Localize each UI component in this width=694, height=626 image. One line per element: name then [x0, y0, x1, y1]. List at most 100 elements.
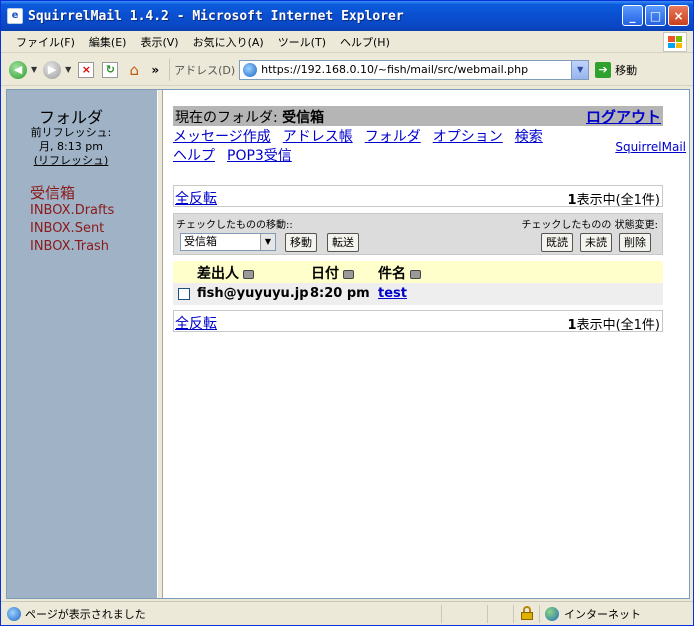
- last-refresh-time: 月, 8:13 pm: [39, 140, 103, 153]
- squirrelmail-link[interactable]: SquirrelMail: [615, 140, 686, 154]
- folder-drafts[interactable]: INBOX.Drafts: [30, 202, 114, 220]
- frame-divider[interactable]: [157, 90, 163, 598]
- browser-window: e SquirrelMail 1.4.2 - Microsoft Interne…: [0, 0, 694, 626]
- menu-favorites[interactable]: お気に入り(A): [186, 34, 271, 50]
- forward-dropdown-icon[interactable]: ▼: [65, 65, 71, 74]
- message-actions-bar: チェックしたものの移動:: チェックしたものの 状態変更: 受信箱 ▼ 移動 転…: [173, 213, 663, 255]
- last-refresh-label: 前リフレッシュ:: [30, 126, 112, 139]
- message-table-header: 差出人 日付 件名: [173, 261, 663, 283]
- menu-tools[interactable]: ツール(T): [271, 34, 333, 50]
- folder-pane-title: フォルダ: [38, 108, 103, 127]
- nav-compose[interactable]: メッセージ作成: [173, 129, 271, 145]
- page-status-icon: [7, 606, 21, 621]
- address-input[interactable]: https://192.168.0.10/~fish/mail/src/webm…: [239, 59, 590, 80]
- menu-view[interactable]: 表示(V): [133, 34, 185, 50]
- windows-logo-icon: [663, 32, 687, 52]
- refresh-button[interactable]: ↻: [99, 59, 121, 81]
- message-subject-link[interactable]: test: [378, 286, 407, 301]
- home-button[interactable]: ⌂: [123, 59, 145, 81]
- sort-date-icon[interactable]: [343, 269, 354, 279]
- address-dropdown-icon[interactable]: ▼: [571, 60, 589, 79]
- current-folder: 現在のフォルダ: 受信箱: [175, 107, 324, 127]
- status-change-label: チェックしたものの 状態変更:: [521, 220, 658, 231]
- logout-link[interactable]: ログアウト: [586, 106, 661, 127]
- home-icon: ⌂: [129, 60, 140, 79]
- maximize-button[interactable]: □: [645, 5, 666, 26]
- top-pagination-bar: 全反転 1表示中(全1件): [173, 185, 663, 208]
- title-bar: e SquirrelMail 1.4.2 - Microsoft Interne…: [1, 1, 693, 31]
- refresh-icon: ↻: [102, 61, 119, 78]
- sort-subject-icon[interactable]: [410, 269, 421, 279]
- refresh-link[interactable]: (リフレッシュ): [7, 154, 135, 168]
- current-folder-label: 現在のフォルダ:: [175, 110, 278, 126]
- move-folder-select[interactable]: 受信箱 ▼: [180, 233, 276, 251]
- back-button[interactable]: ◀: [7, 59, 29, 81]
- toggle-all-link-bottom[interactable]: 全反転: [175, 313, 217, 333]
- zone-label: インターネット: [564, 608, 641, 621]
- go-button[interactable]: ➔ 移動: [595, 61, 638, 78]
- table-row[interactable]: fish@yuyuyu.jp 8:20 pm test: [173, 283, 663, 305]
- go-arrow-icon: ➔: [595, 61, 612, 78]
- nav-links: メッセージ作成 アドレス帳 フォルダ オプション 検索 ヘルプ POP3受信: [173, 128, 663, 166]
- refresh-info: 前リフレッシュ: 月, 8:13 pm (リフレッシュ): [7, 126, 135, 168]
- mark-unread-button[interactable]: 未読: [580, 233, 612, 252]
- nav-help[interactable]: ヘルプ: [173, 148, 215, 164]
- move-button[interactable]: 移動: [285, 233, 317, 252]
- toolbar-chevron-icon[interactable]: »: [151, 63, 159, 77]
- folder-pane: フォルダ 前リフレッシュ: 月, 8:13 pm (リフレッシュ) 受信箱 IN…: [7, 90, 157, 598]
- back-dropdown-icon[interactable]: ▼: [31, 65, 37, 74]
- column-from: 差出人: [197, 263, 254, 283]
- lock-icon: [521, 606, 533, 620]
- bottom-pagination-bar: 全反転 1表示中(全1件): [173, 310, 663, 333]
- go-label: 移動: [615, 63, 638, 77]
- message-from: fish@yuyuyu.jp: [197, 286, 309, 301]
- menu-help[interactable]: ヘルプ(H): [333, 34, 397, 50]
- menu-edit[interactable]: 編集(E): [82, 34, 134, 50]
- delete-button[interactable]: 削除: [619, 233, 651, 252]
- mark-read-button[interactable]: 既読: [541, 233, 573, 252]
- ie-app-icon: e: [7, 8, 23, 24]
- forward-button[interactable]: ▶: [41, 59, 63, 81]
- current-folder-name: 受信箱: [282, 110, 325, 126]
- select-dropdown-icon: ▼: [260, 234, 275, 250]
- sort-from-icon[interactable]: [243, 269, 254, 279]
- column-date: 日付: [311, 263, 354, 283]
- globe-icon: [545, 607, 559, 621]
- status-bar: ページが表示されました インターネット: [1, 601, 693, 625]
- forward-arrow-icon: ▶: [43, 60, 62, 79]
- stop-icon: ×: [78, 61, 95, 78]
- nav-options[interactable]: オプション: [433, 129, 503, 145]
- column-subject: 件名: [378, 263, 421, 283]
- menu-bar: ファイル(F) 編集(E) 表示(V) お気に入り(A) ツール(T) ヘルプ(…: [1, 31, 693, 53]
- toggle-all-link-top[interactable]: 全反転: [175, 188, 217, 208]
- back-arrow-icon: ◀: [9, 60, 27, 79]
- close-button[interactable]: ×: [668, 5, 689, 26]
- current-folder-bar: 現在のフォルダ: 受信箱 ログアウト: [173, 106, 663, 126]
- page-viewport: フォルダ 前リフレッシュ: 月, 8:13 pm (リフレッシュ) 受信箱 IN…: [6, 89, 690, 599]
- page-icon: [243, 62, 258, 77]
- message-count-bottom: 1表示中(全1件): [567, 318, 660, 333]
- folder-list: 受信箱 INBOX.Drafts INBOX.Sent INBOX.Trash: [30, 184, 114, 256]
- folder-inbox[interactable]: 受信箱: [30, 184, 114, 202]
- message-date: 8:20 pm: [310, 286, 370, 301]
- toolbar-separator: [169, 58, 171, 81]
- minimize-button[interactable]: _: [622, 5, 643, 26]
- folder-trash[interactable]: INBOX.Trash: [30, 238, 114, 256]
- forward-message-button[interactable]: 転送: [327, 233, 359, 252]
- message-count-top: 1表示中(全1件): [567, 193, 660, 208]
- message-table: 差出人 日付 件名 fish@yuyuyu.jp 8:20 pm test: [173, 261, 663, 305]
- window-title: SquirrelMail 1.4.2 - Microsoft Internet …: [28, 8, 404, 24]
- message-checkbox[interactable]: [178, 288, 190, 300]
- nav-search[interactable]: 検索: [515, 129, 543, 145]
- move-label: チェックしたものの移動::: [176, 220, 293, 231]
- stop-button[interactable]: ×: [75, 59, 97, 81]
- address-url[interactable]: https://192.168.0.10/~fish/mail/src/webm…: [261, 63, 528, 76]
- nav-pop3[interactable]: POP3受信: [227, 148, 292, 164]
- nav-folders[interactable]: フォルダ: [365, 129, 421, 145]
- move-folder-value: 受信箱: [184, 235, 217, 248]
- nav-addresses[interactable]: アドレス帳: [283, 129, 353, 145]
- toolbar: ◀ ▼ ▶ ▼ × ↻ ⌂ » アドレス(D) https://192.168.…: [1, 54, 693, 86]
- menu-file[interactable]: ファイル(F): [9, 34, 82, 50]
- security-zone: インターネット: [545, 606, 641, 622]
- folder-sent[interactable]: INBOX.Sent: [30, 220, 114, 238]
